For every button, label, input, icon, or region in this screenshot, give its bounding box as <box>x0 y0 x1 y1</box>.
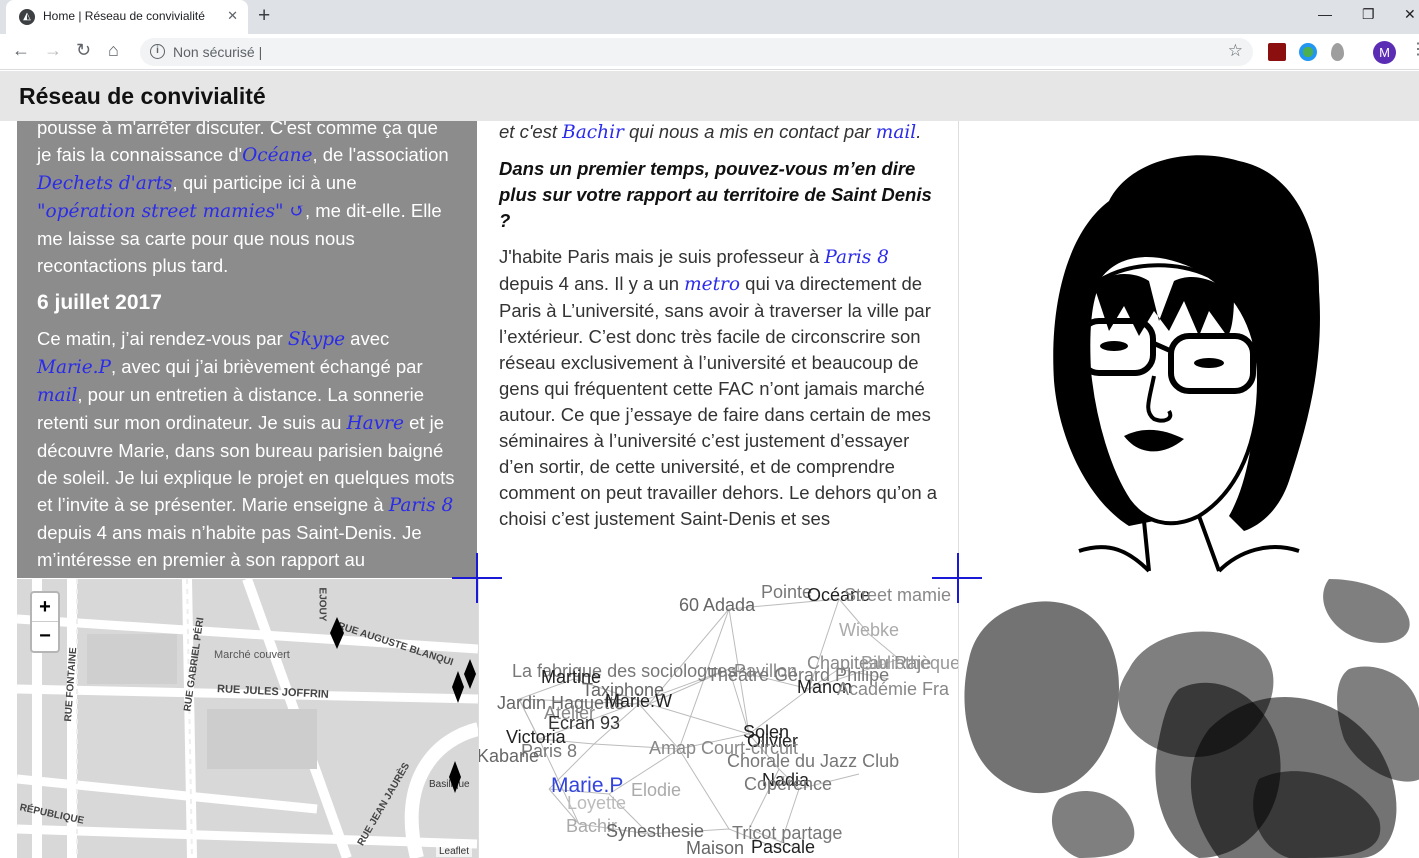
zoom-out-button[interactable]: − <box>32 622 58 651</box>
page-title[interactable]: Réseau de convivialité <box>19 83 266 110</box>
security-label: Non sécurisé | <box>173 44 263 60</box>
blob-shapes <box>964 579 1419 858</box>
network-node[interactable]: Pascale <box>751 837 815 858</box>
inline-link[interactable]: Dechets d'arts <box>37 173 173 194</box>
interview-lead: et c'est Bachir qui nous a mis en contac… <box>499 121 922 143</box>
interview-panel: et c'est Bachir qui nous a mis en contac… <box>478 121 958 578</box>
blob-visualization <box>958 579 1419 858</box>
tab-title: Home | Réseau de convivialité <box>43 9 205 23</box>
map-marker-icon[interactable] <box>464 659 476 689</box>
portrait-panel <box>958 121 1419 578</box>
site-header: Réseau de convivialité <box>0 71 1419 121</box>
network-node[interactable]: Kabane <box>479 746 539 767</box>
interview-question: Dans un premier temps, pouvez-vous m’en … <box>499 158 932 231</box>
story-paragraph: pousse à m'arrêter discuter. C'est comme… <box>37 121 449 276</box>
zoom-in-button[interactable]: + <box>32 593 58 622</box>
story-panel: pousse à m'arrêter discuter. C'est comme… <box>17 121 477 578</box>
restore-icon[interactable]: ❐ <box>1362 6 1375 23</box>
crosshair-marker <box>476 553 478 603</box>
inline-link[interactable]: "opération street mamies" ↺ <box>37 201 305 222</box>
network-node[interactable]: Elodie <box>631 780 681 801</box>
network-node[interactable]: Pointe <box>761 582 812 603</box>
menu-dots-icon[interactable]: ⋮ <box>1410 39 1419 59</box>
story-date-heading: 6 juillet 2017 <box>37 291 162 314</box>
network-node[interactable]: Wiebke <box>839 620 899 641</box>
interview-answer: J'habite Paris mais je suis professeur à… <box>499 246 938 529</box>
inline-link[interactable]: metro <box>684 274 740 295</box>
network-node[interactable]: Marie.W <box>605 691 672 712</box>
inline-link[interactable]: Océane <box>242 145 312 166</box>
network-node[interactable]: Maison <box>686 838 744 858</box>
tab-strip: ◭ Home | Réseau de convivialité ✕ + — ❐ … <box>0 0 1419 34</box>
close-window-icon[interactable]: ✕ <box>1404 6 1416 23</box>
network-graph[interactable]: 60 Adada Pointe Océane Street mamie Wieb… <box>478 579 958 858</box>
browser-toolbar: ← → ↻ ⌂ i Non sécurisé | ☆ M ⋮ <box>0 34 1419 70</box>
network-node[interactable]: 60 Adada <box>679 595 755 616</box>
map-marker-icon[interactable] <box>449 761 461 793</box>
map-marker-icon[interactable] <box>330 617 344 649</box>
profile-avatar[interactable]: M <box>1373 41 1396 64</box>
minimize-icon[interactable]: — <box>1318 6 1332 22</box>
close-tab-icon[interactable]: ✕ <box>227 8 238 24</box>
home-icon[interactable]: ⌂ <box>108 40 119 61</box>
address-bar[interactable]: i Non sécurisé | ☆ <box>140 38 1253 66</box>
map-marker-icon[interactable] <box>452 671 464 703</box>
map-markers-layer <box>330 617 476 793</box>
new-tab-button[interactable]: + <box>258 4 270 28</box>
leaflet-map[interactable]: Marché couvert RUE JULES JOFFRIN RUE AUG… <box>17 579 478 858</box>
inline-link[interactable]: Marie.P <box>37 357 111 378</box>
bookmark-star-icon[interactable]: ☆ <box>1228 41 1243 61</box>
inline-link[interactable]: Paris 8 <box>824 247 889 268</box>
crosshair-marker <box>957 553 959 603</box>
portrait-illustration <box>1053 155 1320 573</box>
zoom-control: + − <box>30 591 60 653</box>
network-node[interactable]: Street mamie <box>844 585 951 606</box>
inline-link[interactable]: Skype <box>288 329 345 350</box>
network-node[interactable]: Académie Fra <box>837 679 949 700</box>
inline-link[interactable]: mail <box>37 385 77 406</box>
drop-extension-icon[interactable] <box>1331 43 1344 61</box>
leaflet-attribution-link[interactable]: Leaflet <box>435 846 472 857</box>
site-favicon-icon: ◭ <box>19 9 35 25</box>
forward-arrow-icon[interactable]: → <box>44 40 62 61</box>
inline-link[interactable]: Havre <box>347 413 404 434</box>
active-tab[interactable]: ◭ Home | Réseau de convivialité ✕ <box>6 0 248 34</box>
info-icon[interactable]: i <box>150 44 165 59</box>
network-node[interactable]: Loyette <box>567 793 626 814</box>
inline-link[interactable]: mail <box>876 122 916 143</box>
reload-icon[interactable]: ↻ <box>76 40 91 61</box>
inline-link[interactable]: Paris 8 <box>389 495 454 516</box>
globe-extension-icon[interactable] <box>1299 43 1317 61</box>
story-paragraph: Ce matin, j’ai rendez-vous par Skype ave… <box>37 328 455 570</box>
network-node[interactable]: Bibliothèque <box>861 653 958 674</box>
inline-link[interactable]: Bachir <box>562 122 624 143</box>
pdf-extension-icon[interactable] <box>1268 43 1286 61</box>
network-node[interactable]: Copérence <box>744 774 832 795</box>
back-arrow-icon[interactable]: ← <box>12 40 30 61</box>
network-node[interactable]: Chorale du Jazz Club <box>727 751 899 772</box>
